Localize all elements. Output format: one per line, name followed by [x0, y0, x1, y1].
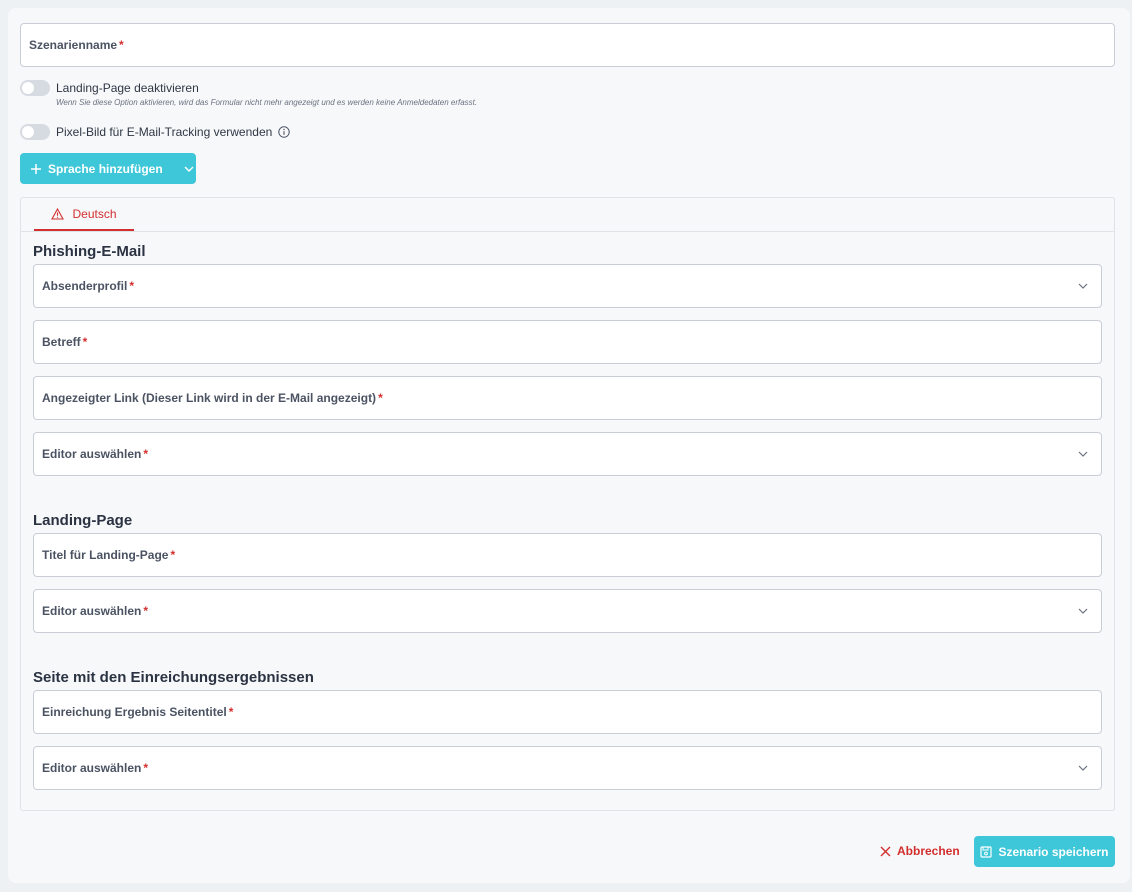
landing-section-title: Landing-Page [33, 512, 133, 529]
subject-field[interactable]: Betreff * [33, 320, 1102, 364]
landing-editor-select[interactable]: Editor auswählen * [33, 589, 1102, 633]
landing-page-toggle[interactable] [20, 80, 50, 96]
save-icon [980, 845, 993, 858]
pixel-tracking-row: Pixel-Bild für E-Mail-Tracking verwenden [56, 125, 290, 139]
results-section-title: Seite mit den Einreichungsergebnissen [33, 669, 314, 686]
tab-deutsch-label: Deutsch [72, 206, 117, 221]
chevron-down-icon [1078, 283, 1088, 289]
save-scenario-button[interactable]: Szenario speichern [974, 836, 1115, 867]
required-mark: * [143, 761, 149, 775]
pixel-tracking-label: Pixel-Bild für E-Mail-Tracking verwenden [56, 125, 273, 139]
language-panel: Deutsch Phishing-E-Mail Absenderprofil * … [20, 197, 1115, 811]
displayed-link-label: Angezeigter Link (Dieser Link wird in de… [42, 391, 377, 405]
results-title-field[interactable]: Einreichung Ergebnis Seitentitel * [33, 690, 1102, 734]
required-mark: * [228, 705, 234, 719]
required-mark: * [129, 279, 135, 293]
phishing-section-title: Phishing-E-Mail [33, 243, 146, 260]
save-label: Szenario speichern [998, 844, 1109, 859]
editor-select-label: Editor auswählen [42, 604, 142, 618]
chevron-down-icon [1078, 765, 1088, 771]
add-language-label: Sprache hinzufügen [48, 161, 163, 176]
warning-icon [51, 207, 65, 220]
required-mark: * [378, 391, 383, 405]
landing-page-toggle-label: Landing-Page deaktivieren [56, 81, 199, 95]
editor-select-label: Editor auswählen [42, 447, 142, 461]
toggle-knob [22, 126, 34, 138]
required-mark: * [143, 604, 149, 618]
results-editor-select[interactable]: Editor auswählen * [33, 746, 1102, 790]
cancel-label: Abbrechen [897, 844, 960, 858]
editor-select-label: Editor auswählen [42, 761, 142, 775]
landing-page-toggle-hint: Wenn Sie diese Option aktivieren, wird d… [56, 98, 478, 107]
results-title-label: Einreichung Ergebnis Seitentitel [42, 705, 227, 719]
chevron-down-icon [1078, 451, 1088, 457]
scenario-name-field[interactable]: Szenarienname * [20, 23, 1115, 67]
required-mark: * [143, 447, 149, 461]
landing-title-label: Titel für Landing-Page [42, 548, 169, 562]
close-icon [880, 846, 891, 856]
plus-icon [31, 163, 41, 174]
tab-divider [21, 231, 1114, 232]
chevron-down-icon[interactable] [183, 163, 195, 175]
required-mark: * [82, 335, 88, 349]
add-language-button[interactable]: Sprache hinzufügen [20, 153, 196, 184]
landing-title-field[interactable]: Titel für Landing-Page * [33, 533, 1102, 577]
scenario-name-label: Szenarienname [29, 38, 118, 52]
phishing-editor-select[interactable]: Editor auswählen * [33, 432, 1102, 476]
required-mark: * [170, 548, 176, 562]
chevron-down-icon [1078, 608, 1088, 614]
subject-label: Betreff [42, 335, 81, 349]
sender-profile-select[interactable]: Absenderprofil * [33, 264, 1102, 308]
tab-deutsch[interactable]: Deutsch [34, 198, 134, 231]
cancel-button[interactable]: Abbrechen [880, 836, 960, 866]
displayed-link-field[interactable]: Angezeigter Link (Dieser Link wird in de… [33, 376, 1102, 420]
pixel-tracking-toggle[interactable] [20, 124, 50, 140]
sender-profile-label: Absenderprofil [42, 279, 128, 293]
toggle-knob [22, 82, 34, 94]
scenario-form-card: Szenarienname * Landing-Page deaktivieren… [8, 8, 1130, 883]
info-icon[interactable] [278, 126, 290, 138]
required-mark: * [119, 38, 124, 52]
